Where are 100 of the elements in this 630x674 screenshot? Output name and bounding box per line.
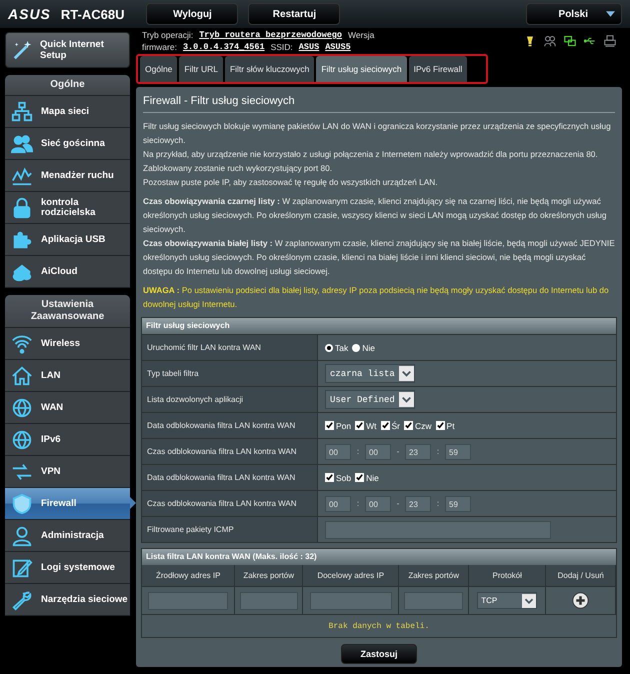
sidebar-item[interactable]: IPv6 bbox=[5, 424, 130, 456]
dropdown[interactable]: czarna lista bbox=[325, 364, 415, 383]
time-field[interactable]: 59 bbox=[445, 444, 471, 460]
protocol-dropdown[interactable]: TCP bbox=[477, 592, 538, 609]
time-field[interactable]: 00 bbox=[365, 496, 391, 512]
section-header: Ustawienia Zaawansowane bbox=[5, 295, 130, 328]
description-text: Zablokowany zostanie ruch wykorzystujący port 80. bbox=[143, 162, 334, 175]
selection-pointer bbox=[130, 497, 136, 509]
time-separator: - bbox=[396, 447, 400, 456]
radio-option[interactable]: Nie bbox=[352, 342, 375, 352]
radio-button[interactable] bbox=[352, 344, 360, 352]
sidebar-item[interactable]: Wireless bbox=[5, 328, 130, 360]
radio-button[interactable] bbox=[325, 344, 333, 352]
top-button[interactable]: Wyloguj bbox=[146, 3, 238, 25]
info-link[interactable]: ASUS5 bbox=[325, 41, 351, 53]
radio-option[interactable]: Tak bbox=[325, 342, 348, 352]
sidebar-item[interactable]: Aplikacja USB bbox=[5, 224, 130, 256]
sidebar-item[interactable]: Logi systemowe bbox=[5, 552, 130, 584]
column-header: Docelowy adres IP bbox=[302, 565, 400, 586]
column-header: Protokół bbox=[468, 565, 546, 586]
checkbox-option[interactable]: Czw bbox=[404, 420, 432, 430]
tab[interactable]: Filtr URL bbox=[179, 56, 223, 82]
column-header: Dodaj / Usuń bbox=[546, 565, 616, 586]
time-field[interactable]: 00 bbox=[365, 444, 391, 460]
time-separator: : bbox=[356, 447, 360, 456]
checkbox[interactable] bbox=[436, 421, 445, 430]
monitors-icon bbox=[564, 35, 576, 47]
info-link[interactable]: Tryb routera bezprzewodowego bbox=[199, 29, 342, 41]
column-header: Źrodłowy adres IP bbox=[142, 565, 236, 586]
warning-text: UWAGA : Po ustawieniu podsieci dla białej listy, adresy IP poza podsiecią nie będą mogły uzyskać dostępu do Internetu lub do dowolnej usługi Internetu. bbox=[143, 284, 610, 311]
tab[interactable]: Ogólne bbox=[140, 56, 178, 82]
sidebar-item[interactable]: LAN bbox=[5, 360, 130, 392]
checkbox[interactable] bbox=[325, 473, 334, 482]
checkbox[interactable] bbox=[355, 473, 364, 482]
checkbox-option[interactable]: Nie bbox=[355, 472, 379, 482]
globe-icon bbox=[11, 428, 33, 450]
checkbox-option[interactable]: Pon bbox=[325, 420, 352, 430]
sidebar-item[interactable]: AiCloud bbox=[5, 256, 130, 288]
logo: ASUS bbox=[8, 6, 51, 22]
description-text: Na przykład, aby urządzenie nie korzystało z usługi połączenia z Internetem należy wprowadzić dla portu przeznaczenia 80. bbox=[143, 148, 599, 161]
time-separator: : bbox=[436, 499, 440, 508]
time-separator: : bbox=[356, 499, 360, 508]
checkbox[interactable] bbox=[404, 421, 414, 430]
table-header: Filtr usług sieciowych bbox=[142, 318, 616, 334]
table-header: Lista filtra LAN kontra WAN (Maks. ilość : 32) bbox=[142, 549, 616, 565]
checkbox[interactable] bbox=[325, 421, 334, 430]
globe-icon bbox=[11, 396, 33, 418]
tab[interactable]: Filtr słów kluczowych bbox=[224, 56, 314, 82]
sidebar-item[interactable]: Narzędzia sieciowe bbox=[5, 584, 130, 616]
checkbox[interactable] bbox=[355, 421, 364, 430]
time-field[interactable]: 59 bbox=[445, 496, 471, 512]
input-field[interactable] bbox=[148, 592, 228, 610]
checkbox-option[interactable]: Pt bbox=[436, 420, 455, 430]
house-icon bbox=[11, 364, 33, 386]
time-field[interactable]: 00 bbox=[325, 444, 351, 460]
page-title: Firewall - Filtr usług sieciowych bbox=[142, 95, 296, 107]
time-field[interactable]: 23 bbox=[405, 496, 431, 512]
field-label: Uruchomić filtr LAN kontra WAN bbox=[142, 335, 318, 360]
input-field[interactable] bbox=[325, 520, 551, 538]
description-text: Pozostaw puste pole IP, aby zastosować tę regułę do wszystkich urządzeń LAN. bbox=[143, 176, 439, 189]
bulb-icon bbox=[524, 35, 536, 47]
description-text: Filtr usług sieciowych blokuje wymianę pakietów LAN do WAN i ogranicza korzystanie przez urządzenia ze specyficznych usług sieciowych. bbox=[143, 120, 612, 147]
top-button[interactable]: Restartuj bbox=[248, 3, 340, 25]
caret-icon bbox=[606, 11, 615, 17]
checkbox-option[interactable]: Śr bbox=[380, 420, 400, 430]
people-icon bbox=[11, 132, 33, 154]
people-icon bbox=[544, 35, 556, 47]
input-field[interactable] bbox=[240, 592, 298, 610]
sidebar-item[interactable]: WAN bbox=[5, 392, 130, 424]
tab[interactable]: IPv6 Firewall bbox=[408, 56, 468, 82]
sidebar-item[interactable]: Sieć gościnna bbox=[5, 128, 130, 160]
caret-icon bbox=[398, 392, 414, 407]
sidebar-item[interactable]: Administracja bbox=[5, 520, 130, 552]
input-field[interactable] bbox=[310, 592, 392, 610]
sidebar-item[interactable]: kontrola rodzicielska bbox=[5, 192, 130, 224]
add-icon[interactable] bbox=[572, 592, 590, 609]
section-header: Ogólne bbox=[5, 75, 130, 96]
usb-icon bbox=[584, 35, 596, 47]
time-field[interactable]: 23 bbox=[405, 444, 431, 460]
shield-icon bbox=[11, 492, 33, 514]
tab[interactable]: Filtr usług sieciowych bbox=[316, 56, 407, 82]
sidebar-item[interactable]: Menadżer ruchu bbox=[5, 160, 130, 192]
column-header: Zakres portów bbox=[235, 565, 303, 586]
description-text: Czas obowiązywania białej listy : W zaplanowanym czasie, klienci znajdujący się na białej liście, będą mogli używać JEDYNIE określonych usług sieciowych. Po określonym czasie, klienci na białej liście i inni klienci sieciowi, nie będą mogli uzyskać dostępu do Internetu lub dowolnej usługi sieciowej. bbox=[143, 237, 616, 278]
checkbox-option[interactable]: Wt bbox=[355, 420, 377, 430]
sidebar-item[interactable]: Mapa sieci bbox=[5, 96, 130, 128]
wrench-icon bbox=[11, 588, 33, 610]
info-label: SSID: bbox=[270, 41, 293, 53]
checkbox-option[interactable]: Sob bbox=[325, 472, 352, 482]
input-field[interactable] bbox=[404, 592, 464, 610]
info-link[interactable]: 3.0.0.4.374_4561 bbox=[182, 41, 265, 53]
checkbox[interactable] bbox=[380, 421, 390, 430]
time-field[interactable]: 00 bbox=[325, 496, 351, 512]
quick-setup-button[interactable]: Quick Internet Setup bbox=[5, 32, 130, 68]
apply-button[interactable]: Zastosuj bbox=[341, 644, 417, 664]
dropdown[interactable]: User Defined bbox=[325, 390, 415, 409]
printer-icon bbox=[604, 35, 616, 47]
info-link[interactable]: ASUS bbox=[298, 41, 320, 53]
caret-icon bbox=[398, 366, 414, 381]
language-dropdown[interactable]: Polski bbox=[526, 3, 622, 25]
